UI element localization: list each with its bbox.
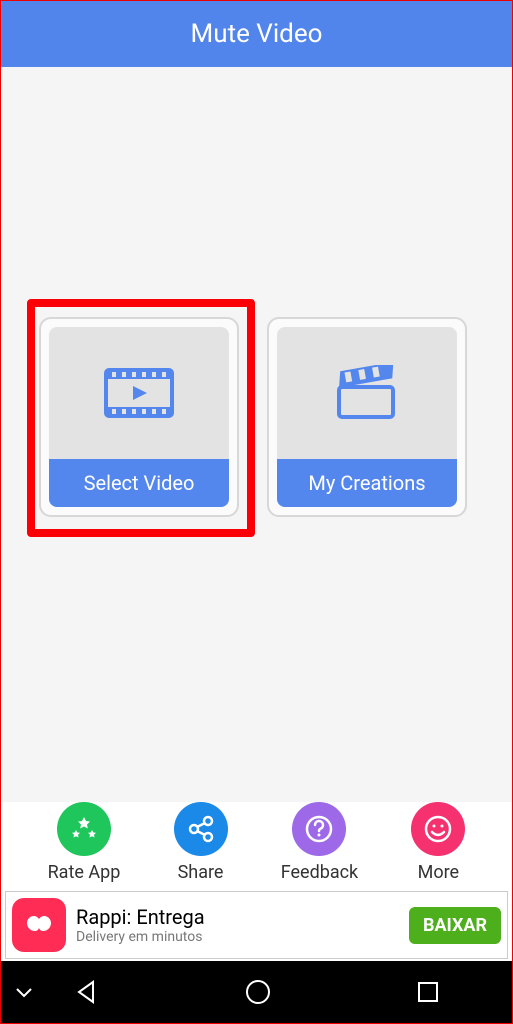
nav-home-icon[interactable]: [244, 978, 272, 1006]
main-content: Select Video My Creations: [1, 67, 512, 802]
share-button[interactable]: Share: [174, 802, 228, 883]
android-navbar: [1, 961, 512, 1023]
more-label: More: [418, 862, 459, 883]
clapperboard-icon: [335, 365, 399, 421]
select-video-card[interactable]: Select Video: [39, 317, 239, 517]
card-row: Select Video My Creations: [39, 317, 467, 517]
app-title: Mute Video: [191, 19, 323, 49]
nav-recent-icon[interactable]: [416, 980, 440, 1004]
more-button[interactable]: More: [411, 802, 465, 883]
my-creations-label: My Creations: [277, 459, 457, 507]
moustache-icon: [19, 913, 59, 937]
question-icon: [304, 814, 334, 844]
more-icon-circle: [411, 802, 465, 856]
app-header: Mute Video: [1, 1, 512, 67]
bottom-row: Rate App Share Feedback: [1, 802, 512, 889]
card-icon-area: [49, 327, 229, 459]
feedback-label: Feedback: [281, 862, 358, 883]
feedback-icon-circle: [292, 802, 346, 856]
chevron-down-icon[interactable]: [13, 981, 35, 1003]
rate-icon-circle: [57, 802, 111, 856]
video-play-icon: [104, 368, 174, 418]
ad-text: Rappi: Entrega Delivery em minutos: [76, 905, 399, 945]
rate-app-button[interactable]: Rate App: [48, 802, 121, 883]
nav-back-icon[interactable]: [73, 978, 101, 1006]
card-icon-area: [277, 327, 457, 459]
ad-banner[interactable]: Rappi: Entrega Delivery em minutos BAIXA…: [5, 891, 508, 959]
stars-icon: [69, 814, 99, 844]
select-video-label: Select Video: [49, 459, 229, 507]
feedback-button[interactable]: Feedback: [281, 802, 358, 883]
share-label: Share: [178, 862, 224, 883]
share-icon-circle: [174, 802, 228, 856]
ad-app-icon: [12, 898, 66, 952]
rate-label: Rate App: [48, 862, 121, 883]
my-creations-card[interactable]: My Creations: [267, 317, 467, 517]
ad-subtitle: Delivery em minutos: [76, 929, 399, 945]
ad-title: Rappi: Entrega: [76, 905, 399, 929]
smiley-icon: [423, 814, 453, 844]
share-icon: [186, 814, 216, 844]
ad-install-button[interactable]: BAIXAR: [409, 907, 501, 944]
